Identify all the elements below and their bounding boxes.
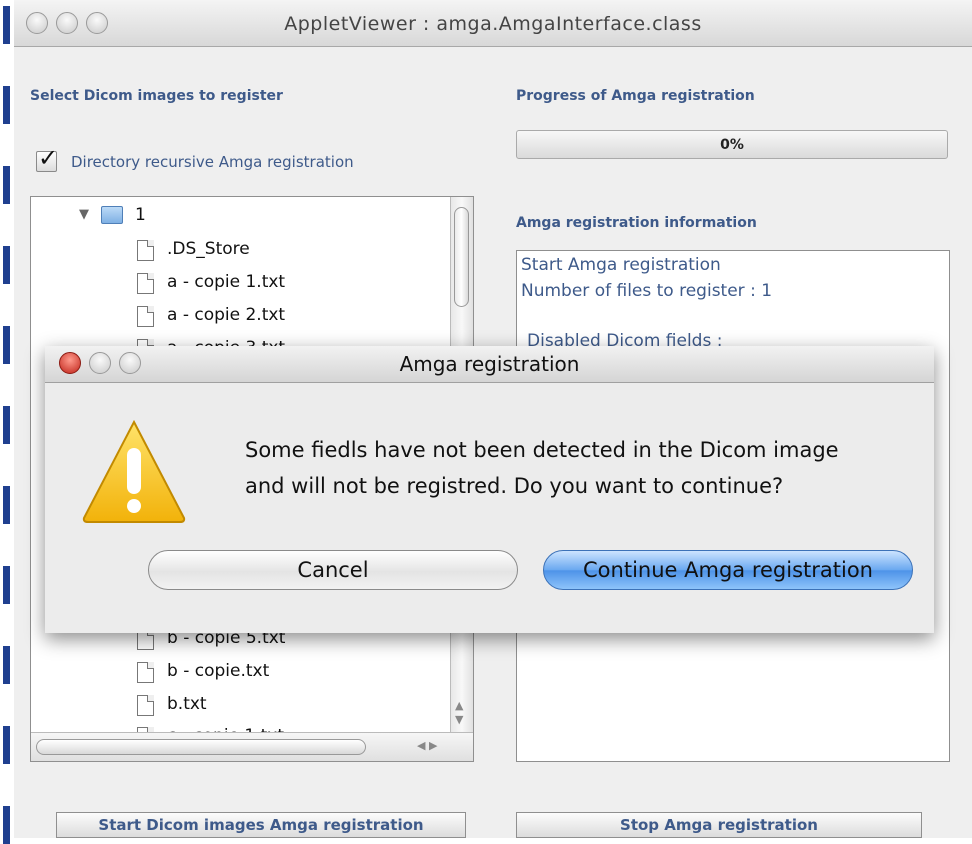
info-heading: Amga registration information — [516, 215, 757, 231]
dialog-message: Some fiedls have not been detected in th… — [245, 432, 839, 504]
file-icon — [137, 662, 154, 683]
left-edge-decoration — [0, 0, 14, 844]
edge-dash — [3, 6, 10, 44]
window-title: AppletViewer : amga.AmgaInterface.class — [284, 13, 702, 35]
file-icon — [137, 306, 154, 327]
edge-dash — [3, 806, 10, 844]
scroll-arrows-icon[interactable]: ▲ ▼ — [455, 699, 463, 727]
file-icon — [137, 695, 154, 716]
dialog-message-line: Some fiedls have not been detected in th… — [245, 438, 839, 462]
file-icon — [137, 240, 154, 261]
dialog-titlebar[interactable]: Amga registration — [45, 346, 934, 383]
info-line: Number of files to register : 1 — [521, 281, 773, 301]
info-line: Start Amga registration — [521, 255, 721, 275]
progress-label: 0% — [720, 137, 744, 153]
progress-bar: 0% — [516, 130, 948, 159]
edge-dash — [3, 326, 10, 364]
dialog-message-line: and will not be registred. Do you want t… — [245, 474, 784, 498]
recursive-checkbox-label[interactable]: Directory recursive Amga registration — [71, 153, 354, 171]
registration-dialog: Amga registration Some fiedls have not b… — [45, 346, 934, 633]
file-icon — [137, 273, 154, 294]
edge-dash — [3, 166, 10, 204]
tree-horizontal-scrollbar[interactable]: ◀ ▶ — [31, 732, 473, 761]
tree-file-item[interactable]: a - copie 1.txt — [167, 272, 285, 292]
edge-dash — [3, 566, 10, 604]
window-titlebar[interactable]: AppletViewer : amga.AmgaInterface.class — [14, 0, 972, 47]
edge-dash — [3, 406, 10, 444]
tree-file-item[interactable]: a - copie 2.txt — [167, 305, 285, 325]
stop-registration-button[interactable]: Stop Amga registration — [516, 812, 922, 838]
progress-heading: Progress of Amga registration — [516, 88, 755, 104]
select-images-heading: Select Dicom images to register — [30, 88, 283, 104]
tree-folder-label[interactable]: 1 — [135, 205, 146, 225]
scroll-arrows-icon[interactable]: ◀ ▶ — [417, 739, 437, 752]
horizontal-scroll-thumb[interactable] — [36, 739, 366, 755]
edge-dash — [3, 486, 10, 524]
cancel-button[interactable]: Cancel — [148, 550, 518, 590]
dialog-title: Amga registration — [399, 352, 580, 376]
disclosure-triangle-icon[interactable]: ▼ — [79, 207, 89, 222]
edge-dash — [3, 726, 10, 764]
tree-file-item[interactable]: b - copie.txt — [167, 661, 269, 681]
start-registration-button[interactable]: Start Dicom images Amga registration — [56, 812, 466, 838]
tree-file-item[interactable]: b.txt — [167, 694, 207, 714]
folder-icon — [101, 206, 123, 224]
tree-file-item[interactable]: .DS_Store — [167, 239, 250, 259]
edge-dash — [3, 646, 10, 684]
continue-registration-button[interactable]: Continue Amga registration — [543, 550, 913, 590]
checkmark-icon: ✓ — [38, 144, 59, 172]
edge-dash — [3, 246, 10, 284]
recursive-checkbox[interactable]: ✓ — [36, 144, 58, 172]
warning-icon — [82, 419, 186, 523]
vertical-scroll-thumb[interactable] — [454, 207, 469, 307]
edge-dash — [3, 86, 10, 124]
